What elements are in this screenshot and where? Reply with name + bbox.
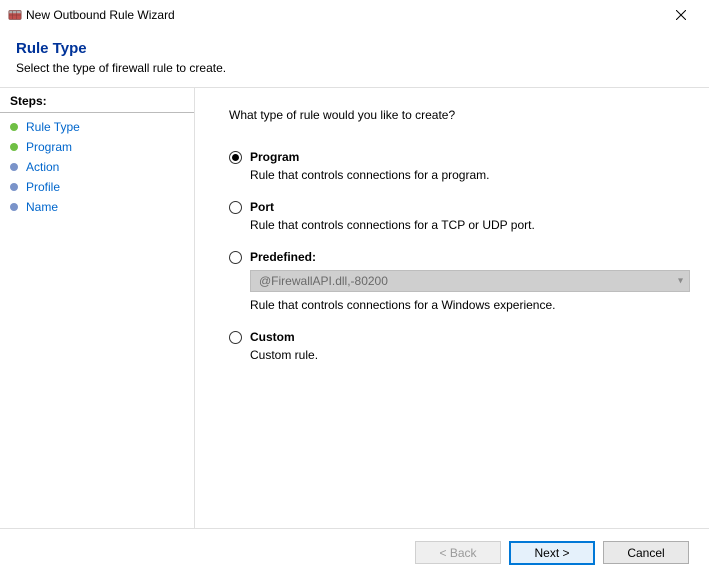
radio-program[interactable]	[229, 151, 242, 164]
radio-label-predefined: Predefined:	[250, 250, 316, 264]
step-program[interactable]: Program	[0, 137, 194, 157]
content-pane: What type of rule would you like to crea…	[195, 88, 709, 528]
cancel-button[interactable]: Cancel	[603, 541, 689, 564]
header-title: Rule Type	[16, 40, 693, 57]
chevron-down-icon: ▾	[678, 276, 683, 287]
radio-desc-custom: Custom rule.	[250, 348, 675, 362]
step-label: Action	[26, 160, 59, 174]
radio-option-port[interactable]: Port	[229, 200, 675, 214]
radio-option-predefined[interactable]: Predefined:	[229, 250, 675, 264]
wizard-window: New Outbound Rule Wizard Rule Type Selec…	[0, 0, 709, 576]
step-bullet-icon	[10, 183, 18, 191]
window-title: New Outbound Rule Wizard	[22, 8, 661, 22]
radio-option-program[interactable]: Program	[229, 150, 675, 164]
step-rule-type[interactable]: Rule Type	[0, 117, 194, 137]
header: Rule Type Select the type of firewall ru…	[0, 30, 709, 87]
predefined-dropdown-value: @FirewallAPI.dll,-80200	[259, 274, 388, 288]
predefined-dropdown: @FirewallAPI.dll,-80200 ▾	[250, 270, 690, 292]
radio-label-port: Port	[250, 200, 274, 214]
radio-label-program: Program	[250, 150, 299, 164]
step-action[interactable]: Action	[0, 157, 194, 177]
header-subtitle: Select the type of firewall rule to crea…	[16, 61, 693, 75]
step-bullet-icon	[10, 203, 18, 211]
radio-desc-port: Rule that controls connections for a TCP…	[250, 218, 675, 232]
content-prompt: What type of rule would you like to crea…	[229, 108, 675, 122]
radio-desc-predefined: Rule that controls connections for a Win…	[250, 298, 675, 312]
step-label: Name	[26, 200, 58, 214]
next-button-label: Next >	[534, 546, 569, 560]
close-icon	[676, 10, 686, 20]
next-button[interactable]: Next >	[509, 541, 595, 565]
step-label: Profile	[26, 180, 60, 194]
back-button-label: < Back	[439, 546, 476, 560]
radio-predefined[interactable]	[229, 251, 242, 264]
radio-label-custom: Custom	[250, 330, 295, 344]
step-bullet-icon	[10, 143, 18, 151]
radio-port[interactable]	[229, 201, 242, 214]
steps-header: Steps:	[0, 92, 194, 113]
firewall-icon	[8, 8, 22, 22]
steps-sidebar: Steps: Rule Type Program Action Profile Name	[0, 88, 195, 528]
back-button: < Back	[415, 541, 501, 564]
step-bullet-icon	[10, 123, 18, 131]
step-label: Program	[26, 140, 72, 154]
step-name[interactable]: Name	[0, 197, 194, 217]
cancel-button-label: Cancel	[627, 546, 664, 560]
radio-desc-program: Rule that controls connections for a pro…	[250, 168, 675, 182]
step-profile[interactable]: Profile	[0, 177, 194, 197]
footer: < Back Next > Cancel	[0, 528, 709, 576]
radio-option-custom[interactable]: Custom	[229, 330, 675, 344]
body: Steps: Rule Type Program Action Profile Name…	[0, 87, 709, 528]
titlebar: New Outbound Rule Wizard	[0, 0, 709, 30]
step-label: Rule Type	[26, 120, 80, 134]
close-button[interactable]	[661, 1, 701, 29]
radio-custom[interactable]	[229, 331, 242, 344]
step-bullet-icon	[10, 163, 18, 171]
